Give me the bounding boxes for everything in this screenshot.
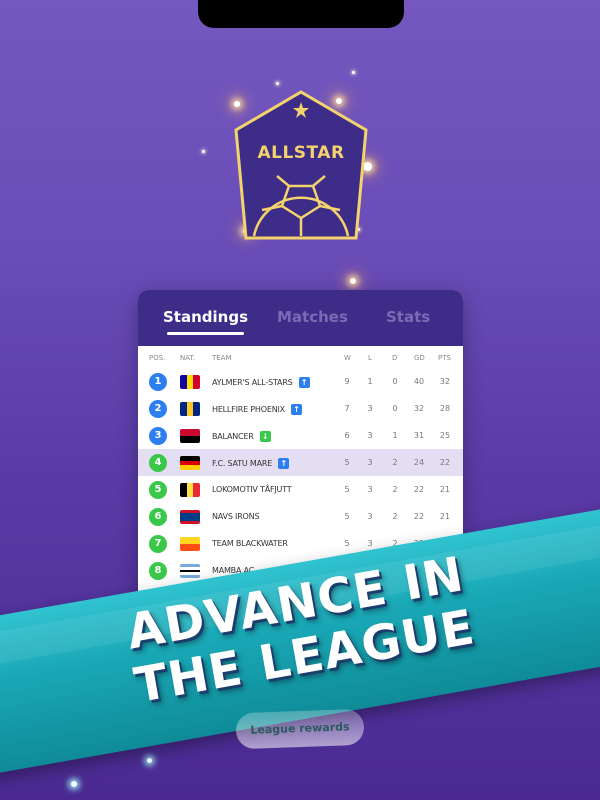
stat-pts: 21 [439,485,451,494]
team-name-text: AYLMER'S ALL-STARS [212,378,293,387]
table-row[interactable]: 6 NAVS IRONS 5 3 2 22 21 [138,503,463,530]
table-row[interactable]: 1 AYLMER'S ALL-STARS ↑ 9 1 0 40 32 [138,368,463,395]
arrow-up-icon: ↑ [290,404,302,415]
position-badge: 5 [149,481,167,499]
stat-l: 3 [367,539,373,548]
table-row[interactable]: 2 HELLFIRE PHOENIX ↑ 7 3 0 32 28 [138,395,463,422]
table-row[interactable]: 4 F.C. SATU MARE ↑ 5 3 2 24 22 [138,449,463,476]
position-badge: 2 [149,400,167,418]
league-rewards-button[interactable]: League rewards [235,708,365,750]
team-name-text: F.C. SATU MARE [212,459,273,468]
team-name-text: HELLFIRE PHOENIX [212,405,285,414]
stat-pts: 21 [439,512,451,521]
stat-d: 2 [392,458,398,467]
team-name: LOKOMOTIV TÅFJUTT [212,485,292,494]
position-badge: 8 [149,562,167,580]
stat-l: 3 [367,512,373,521]
team-name: TEAM BLACKWATER [212,539,288,548]
team-name-text: LOKOMOTIV TÅFJUTT [212,485,292,494]
tab-standings[interactable]: Standings [163,308,248,335]
shield-icon [234,90,368,240]
team-name: AYLMER'S ALL-STARS ↑ [212,377,310,388]
sparkle [350,278,356,284]
stat-d: 2 [392,512,398,521]
stat-l: 3 [367,404,373,413]
flag-belize-icon [180,510,200,524]
position-badge: 7 [149,535,167,553]
stat-gd: 40 [413,377,425,386]
col-team: TEAM [212,354,232,362]
arrow-up-icon: ↑ [298,377,310,388]
flag-germany-icon [180,456,200,470]
team-name-text: NAVS IRONS [212,512,260,521]
stat-w: 5 [344,512,350,521]
col-l: L [368,354,372,362]
flag-botswana-icon [180,564,200,578]
position-badge: 6 [149,508,167,526]
flag-bhutan-icon [180,537,200,551]
sparkle [71,781,77,787]
flag-angola-icon [180,429,200,443]
stat-d: 0 [392,377,398,386]
stat-l: 3 [367,485,373,494]
stat-l: 1 [367,377,373,386]
flag-barbados-icon [180,402,200,416]
position-badge: 4 [149,454,167,472]
stat-pts: 22 [439,458,451,467]
stat-gd: 31 [413,431,425,440]
stat-d: 2 [392,485,398,494]
sparkle [352,71,355,74]
col-gd: GD [414,354,425,362]
stat-pts: 25 [439,431,451,440]
team-name-text: TEAM BLACKWATER [212,539,288,548]
table-row[interactable]: 3 BALANCER ↓ 6 3 1 31 25 [138,422,463,449]
table-row[interactable]: 5 LOKOMOTIV TÅFJUTT 5 3 2 22 21 [138,476,463,503]
stat-l: 3 [367,458,373,467]
device-notch [198,0,404,28]
sparkle [202,150,205,153]
position-badge: 1 [149,373,167,391]
stat-gd: 32 [413,404,425,413]
col-w: W [344,354,351,362]
stat-w: 6 [344,431,350,440]
tab-bar: Standings Matches Stats [138,290,463,346]
tab-stats[interactable]: Stats [386,308,430,326]
arrow-up-icon: ↑ [278,458,290,469]
sparkle [276,82,279,85]
stat-gd: 22 [413,512,425,521]
arrow-down-icon: ↓ [259,431,271,442]
stat-pts: 28 [439,404,451,413]
stat-l: 3 [367,431,373,440]
stat-d: 0 [392,404,398,413]
table-header: POS. NAT. TEAM W L D GD PTS [138,346,463,368]
stat-w: 5 [344,539,350,548]
badge-label: ALLSTAR [257,143,345,163]
col-pts: PTS [438,354,451,362]
col-d: D [392,354,398,362]
flag-andorra-icon [180,375,200,389]
allstar-league-badge: ALLSTAR [232,88,370,248]
stat-pts: 32 [439,377,451,386]
stat-w: 5 [344,458,350,467]
col-nat: NAT. [180,354,196,362]
col-pos: POS. [149,354,166,362]
stat-d: 1 [392,431,398,440]
stat-w: 9 [344,377,350,386]
team-name: HELLFIRE PHOENIX ↑ [212,404,302,415]
team-name: BALANCER ↓ [212,431,271,442]
position-badge: 3 [149,427,167,445]
stat-w: 7 [344,404,350,413]
team-name-text: BALANCER [212,432,254,441]
tab-matches[interactable]: Matches [277,308,348,326]
stat-gd: 22 [413,485,425,494]
team-name: NAVS IRONS [212,512,260,521]
flag-belgium-icon [180,483,200,497]
stat-gd: 24 [413,458,425,467]
stat-w: 5 [344,485,350,494]
sparkle [147,758,152,763]
team-name: F.C. SATU MARE ↑ [212,458,290,469]
